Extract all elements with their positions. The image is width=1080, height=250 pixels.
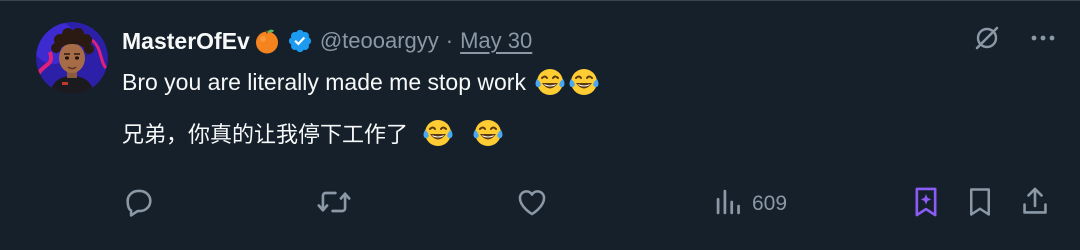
reply-icon bbox=[122, 185, 156, 224]
top-actions bbox=[972, 23, 1058, 53]
grok-bookmark-icon bbox=[910, 185, 942, 224]
grok-icon[interactable] bbox=[972, 23, 1002, 53]
tweet-text-english: Bro you are literally made me stop work bbox=[122, 68, 526, 95]
tweet-card[interactable]: MasterOfEv @teooargyy · May 30 Bro you a… bbox=[0, 0, 1080, 250]
retweet-icon bbox=[316, 185, 352, 224]
tweet-action-bar: 609 bbox=[0, 185, 1080, 223]
views-icon bbox=[714, 185, 744, 224]
display-name[interactable]: MasterOfEv bbox=[122, 28, 250, 55]
like-icon bbox=[515, 185, 549, 224]
grok-bookmark-button[interactable] bbox=[910, 185, 942, 223]
tears-of-joy-emoji-icon bbox=[534, 66, 566, 98]
tears-of-joy-emoji-icon bbox=[422, 117, 454, 149]
like-button[interactable] bbox=[515, 185, 549, 223]
tweet-text-chinese: 兄弟，你真的让我停下工作了 bbox=[122, 123, 409, 148]
more-icon[interactable] bbox=[1028, 23, 1058, 53]
verified-badge-icon[interactable] bbox=[287, 28, 313, 54]
tweet-text-line-1: Bro you are literally made me stop work bbox=[122, 64, 600, 100]
bookmark-button[interactable] bbox=[965, 185, 995, 223]
orange-emoji-icon bbox=[253, 27, 281, 55]
reply-button[interactable] bbox=[122, 185, 156, 223]
share-button[interactable] bbox=[1019, 185, 1051, 223]
bookmark-icon bbox=[965, 185, 995, 224]
tears-of-joy-emoji-icon bbox=[472, 117, 504, 149]
tweet-header: MasterOfEv @teooargyy · May 30 bbox=[122, 23, 532, 59]
header-separator: · bbox=[445, 28, 454, 53]
views-button[interactable]: 609 bbox=[714, 185, 787, 223]
avatar-image bbox=[36, 22, 108, 94]
tweet-date[interactable]: May 30 bbox=[460, 28, 532, 54]
author-handle[interactable]: @teooargyy bbox=[320, 28, 439, 54]
views-count: 609 bbox=[752, 192, 788, 215]
retweet-button[interactable] bbox=[316, 185, 352, 223]
tweet-text-line-2: 兄弟，你真的让我停下工作了 bbox=[122, 115, 504, 151]
avatar[interactable] bbox=[36, 22, 108, 94]
tears-of-joy-emoji-icon bbox=[568, 66, 600, 98]
share-icon bbox=[1019, 185, 1051, 224]
